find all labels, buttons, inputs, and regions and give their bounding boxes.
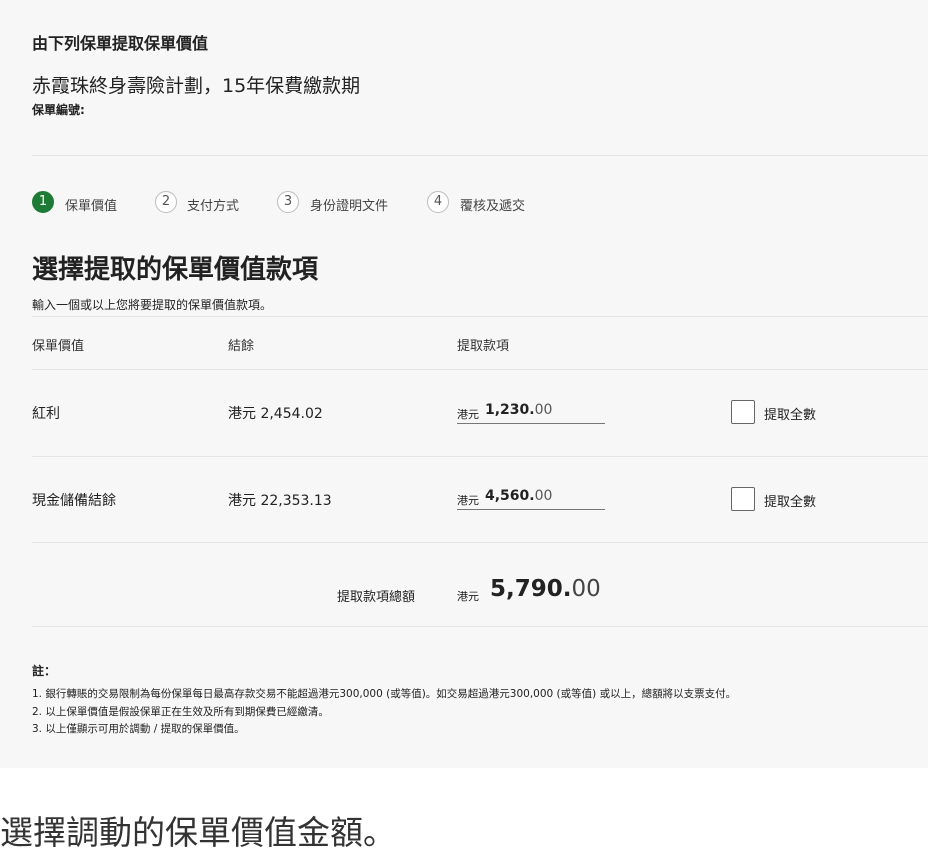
divider — [32, 316, 928, 317]
total-currency: 港元 — [457, 590, 479, 603]
divider — [32, 369, 928, 370]
step-4-label: 覆核及遞交 — [460, 199, 526, 214]
step-2-indicator: 2 — [155, 191, 177, 213]
step-4-indicator: 4 — [427, 191, 449, 213]
note-item: 1. 銀行轉賬的交易限制為每份保單每日最高存款交易不能超過港元300,000 (… — [32, 688, 737, 700]
divider — [32, 626, 928, 627]
note-item: 2. 以上保單價值是假設保單正在生效及所有到期保費已經繳清。 — [32, 706, 329, 718]
row-name: 現金儲備結餘 — [32, 493, 116, 509]
figure-caption: 選擇調動的保單價值金額。 — [0, 813, 396, 852]
step-3-label: 身份證明文件 — [310, 199, 389, 214]
step-3-indicator: 3 — [277, 191, 299, 213]
total-label: 提取款項總額 — [337, 590, 416, 605]
section-description: 輸入一個或以上您將要提取的保單價值款項。 — [32, 298, 273, 312]
policy-number-label: 保單編號: — [32, 103, 85, 117]
page-header: 由下列保單提取保單價值 — [32, 34, 209, 53]
section-title: 選擇提取的保單價值款項 — [32, 255, 319, 285]
currency-label: 港元 — [457, 494, 479, 507]
divider — [32, 155, 928, 156]
withdraw-all-label[interactable]: 提取全數 — [764, 404, 816, 423]
withdraw-all-checkbox-bonus[interactable] — [731, 400, 755, 424]
withdrawal-panel: 由下列保單提取保單價值 赤霞珠終身壽險計劃，15年保費繳款期 保單編號: 1 保… — [0, 0, 928, 768]
step-1-indicator: 1 — [32, 191, 54, 213]
divider — [32, 542, 928, 543]
withdraw-all-checkbox-cash-reserve[interactable] — [731, 487, 755, 511]
withdraw-amount-input-bonus[interactable]: 港元 1,230.00 — [457, 401, 605, 424]
total-amount: 5,790.00 — [490, 576, 601, 602]
row-balance: 港元 22,353.13 — [228, 493, 332, 509]
amount-value: 4,560.00 — [485, 488, 553, 504]
divider — [32, 456, 928, 457]
column-header-withdraw-amount: 提取款項 — [457, 339, 510, 354]
notes-heading: 註： — [32, 664, 57, 678]
row-balance: 港元 2,454.02 — [228, 406, 323, 422]
currency-label: 港元 — [457, 408, 479, 421]
column-header-policy-value: 保單價值 — [32, 339, 85, 354]
step-1-label: 保單價值 — [65, 199, 118, 214]
step-2-label: 支付方式 — [187, 199, 240, 214]
withdraw-amount-input-cash-reserve[interactable]: 港元 4,560.00 — [457, 487, 605, 510]
withdraw-all-label[interactable]: 提取全數 — [764, 491, 816, 510]
note-item: 3. 以上僅顯示可用於調動 / 提取的保單價值。 — [32, 723, 245, 735]
amount-value: 1,230.00 — [485, 402, 553, 418]
column-header-balance: 結餘 — [228, 339, 255, 354]
row-name: 紅利 — [32, 406, 60, 422]
plan-name: 赤霞珠終身壽險計劃，15年保費繳款期 — [32, 75, 361, 97]
